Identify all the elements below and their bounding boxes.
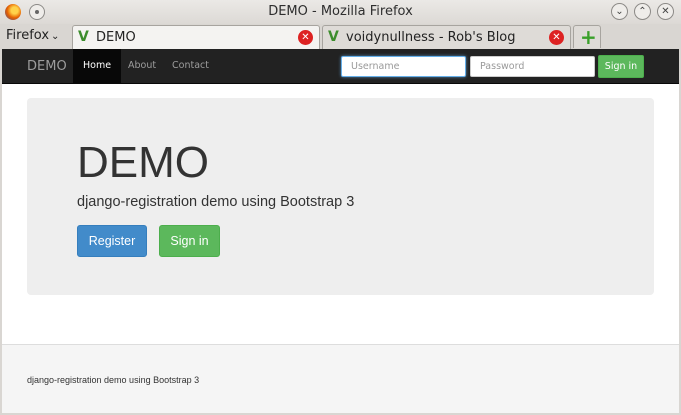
firefox-menu-button[interactable]: Firefox ⌄ — [6, 28, 59, 43]
firefox-menu-label: Firefox — [6, 28, 50, 43]
tab-demo[interactable]: V DEMO ✕ — [72, 25, 320, 49]
navbar-sign-in-button[interactable]: Sign in — [598, 55, 644, 78]
page-heading: DEMO — [77, 138, 209, 187]
close-tab-icon[interactable]: ✕ — [298, 30, 313, 45]
close-window-button[interactable]: ✕ — [657, 3, 674, 20]
close-tab-icon[interactable]: ✕ — [549, 30, 564, 45]
username-input[interactable] — [341, 56, 466, 77]
nav-link-contact[interactable]: Contact — [162, 49, 219, 83]
maximize-window-button[interactable]: ⌃ — [634, 3, 651, 20]
chevron-down-icon: ⌄ — [51, 31, 60, 42]
sign-in-button[interactable]: Sign in — [159, 225, 220, 257]
tab-label: voidynullness - Rob's Blog — [346, 30, 516, 45]
navbar: DEMO Home About Contact Sign in — [2, 49, 679, 84]
tab-label: DEMO — [96, 30, 136, 45]
tab-favicon-icon: V — [328, 29, 339, 45]
tab-voidynullness[interactable]: V voidynullness - Rob's Blog ✕ — [322, 25, 571, 49]
new-tab-button[interactable]: + — [573, 25, 601, 48]
window-title: DEMO - Mozilla Firefox — [268, 4, 413, 19]
lead-text: django-registration demo using Bootstrap… — [77, 194, 355, 210]
nav-link-home[interactable]: Home — [73, 49, 122, 83]
plus-icon: + — [580, 25, 597, 49]
page-viewport: DEMO Home About Contact Sign in DEMO dja… — [2, 49, 679, 413]
jumbotron: DEMO django-registration demo using Boot… — [27, 98, 654, 295]
register-button[interactable]: Register — [77, 225, 147, 257]
footer: django-registration demo using Bootstrap… — [2, 344, 679, 413]
navbar-brand[interactable]: DEMO — [27, 59, 67, 74]
footer-text: django-registration demo using Bootstrap… — [27, 375, 200, 385]
password-input[interactable] — [470, 56, 595, 77]
window-title-bar: DEMO - Mozilla Firefox ⌄ ⌃ ✕ — [0, 0, 681, 24]
nav-link-about[interactable]: About — [118, 49, 166, 83]
minimize-window-button[interactable]: ⌄ — [611, 3, 628, 20]
tab-favicon-icon: V — [78, 29, 89, 45]
